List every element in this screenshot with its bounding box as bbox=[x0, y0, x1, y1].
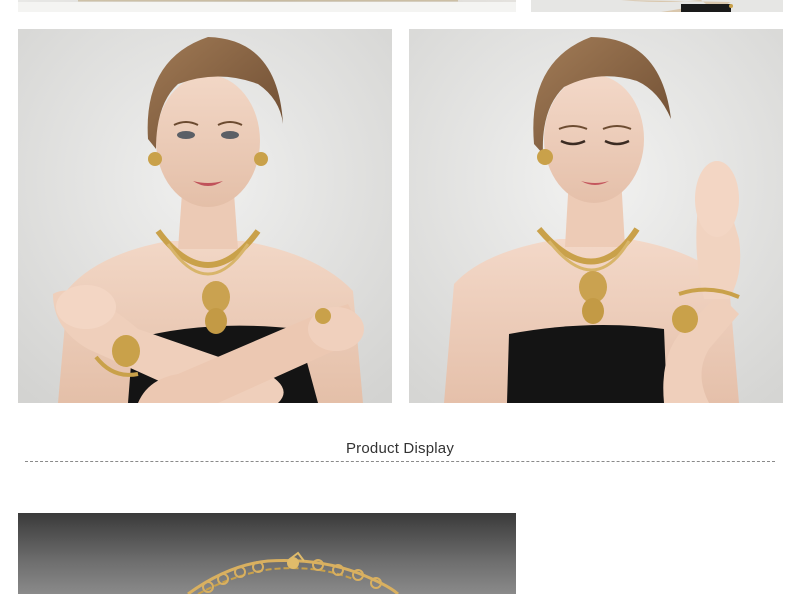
top-model-photo bbox=[531, 0, 783, 12]
bracelet-closeup-photo bbox=[18, 513, 516, 594]
section-divider bbox=[25, 461, 775, 462]
section-title: Product Display bbox=[345, 440, 455, 457]
model-hand-raised-photo bbox=[409, 29, 783, 403]
model-arms-crossed-photo bbox=[18, 29, 392, 403]
top-jewelry-photo bbox=[18, 0, 516, 12]
